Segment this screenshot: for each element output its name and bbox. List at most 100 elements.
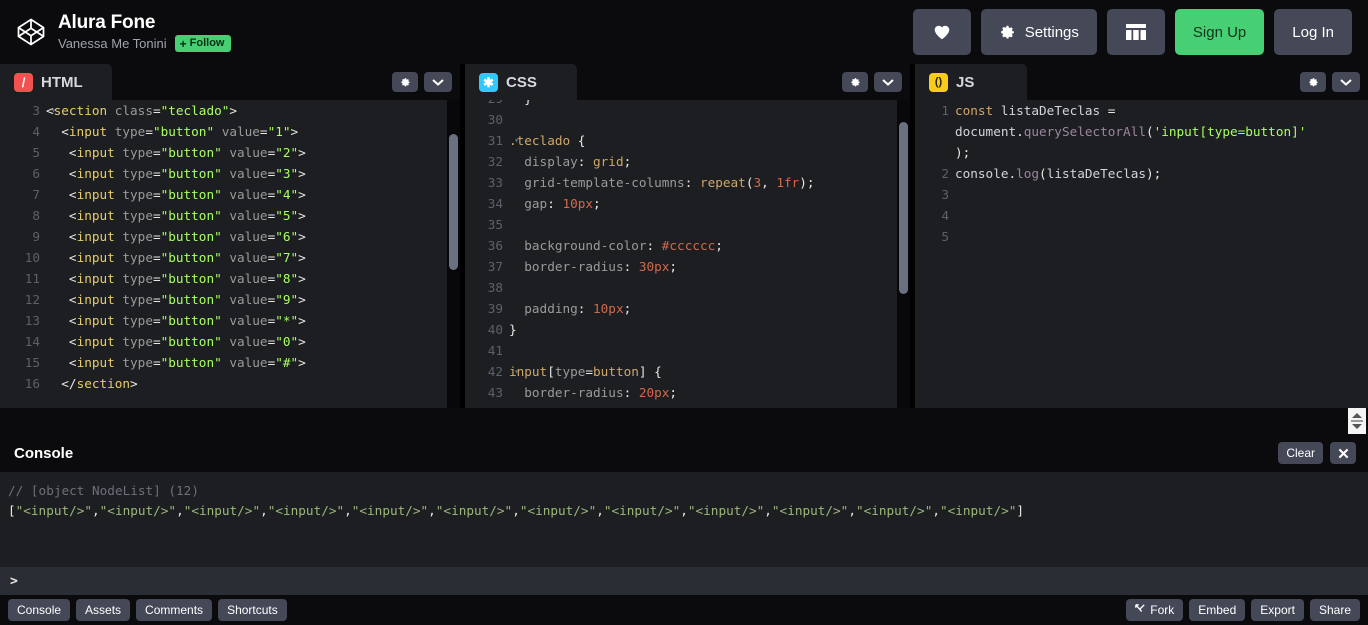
footer-export-button[interactable]: Export [1251, 599, 1304, 621]
js-collapse-button[interactable] [1332, 72, 1360, 92]
code-token: input [76, 145, 115, 160]
code-line: 10 <input type="button" value="7"> [0, 247, 460, 268]
code-text: display: grid; [509, 151, 910, 172]
css-scrollbar-thumb[interactable] [899, 122, 908, 294]
tab-html[interactable]: / HTML [0, 64, 112, 100]
console-prompt-row[interactable]: > [0, 567, 1368, 595]
footer-tab-console[interactable]: Console [8, 599, 71, 621]
code-token: = [152, 208, 161, 223]
footer-button-label: Share [1318, 603, 1351, 617]
code-token: { [577, 133, 586, 148]
html-scrollbar-thumb[interactable] [449, 134, 458, 270]
code-token: "#" [275, 355, 299, 370]
pen-author[interactable]: Vanessa Me Tonini [58, 36, 167, 52]
follow-button[interactable]: + Follow [174, 35, 232, 52]
line-number: 2 [941, 166, 949, 181]
triangle-down-icon[interactable] [1352, 424, 1362, 429]
css-editor-header: ✱ CSS [465, 64, 910, 100]
code-line: 2 console.log(listaDeTeclas); [915, 163, 1368, 184]
code-token: listaDeTeclas [1000, 103, 1101, 118]
code-token: "5" [275, 208, 299, 223]
code-text: padding: 10px; [509, 298, 910, 319]
console-resize-handle[interactable] [1348, 408, 1366, 434]
code-token: type [122, 313, 153, 328]
code-token: "4" [275, 187, 299, 202]
code-token: gap [509, 196, 548, 211]
code-text: <input type="button" value="7"> [46, 247, 460, 268]
line-number: 15 [24, 355, 40, 370]
settings-button[interactable]: Settings [980, 9, 1097, 55]
code-token: value [229, 334, 268, 349]
line-number: 37 [487, 259, 503, 274]
js-settings-button[interactable] [1300, 72, 1326, 92]
code-line: 14 <input type="button" value="0"> [0, 331, 460, 352]
console-log-array: ["<input/>","<input/>","<input/>","<inpu… [8, 501, 1360, 521]
footer-share-button[interactable]: Share [1309, 599, 1360, 621]
code-token: input [76, 166, 115, 181]
code-token: repeat [699, 175, 746, 190]
css-code-area[interactable]: 29 }3031.teclado {32 display: grid;33 gr… [465, 100, 910, 408]
code-token: display [509, 154, 578, 169]
code-token: type [122, 271, 153, 286]
footer-tab-shortcuts[interactable]: Shortcuts [218, 599, 287, 621]
code-token: ; [623, 301, 632, 316]
love-button[interactable] [912, 9, 971, 55]
code-token: "8" [275, 271, 299, 286]
js-code-area[interactable]: 1 const listaDeTeclas = document.querySele… [915, 100, 1368, 408]
footer-tab-assets[interactable]: Assets [76, 599, 131, 621]
console-clear-button[interactable]: Clear [1278, 442, 1323, 464]
codepen-logo-icon[interactable] [16, 17, 46, 47]
js-badge-icon: () [929, 72, 948, 92]
code-token: < [68, 166, 77, 181]
console-title: Console [14, 444, 74, 462]
footer-embed-button[interactable]: Embed [1189, 599, 1246, 621]
code-token: border-radius [509, 259, 624, 274]
code-token: "button" [160, 208, 222, 223]
html-collapse-button[interactable] [424, 72, 452, 92]
footer-tab-comments[interactable]: Comments [136, 599, 213, 621]
code-token: type [122, 166, 153, 181]
line-number: 33 [487, 175, 503, 190]
line-number: 39 [487, 301, 503, 316]
settings-button-label: Settings [1024, 23, 1079, 41]
line-number: 8 [32, 208, 40, 223]
code-token: type [122, 145, 153, 160]
code-token: . [1016, 124, 1024, 139]
login-button[interactable]: Log In [1274, 9, 1352, 55]
codepen-editor-app: Alura Fone Vanessa Me Tonini + Follow Se… [0, 0, 1368, 625]
code-text: <input type="button" value="4"> [46, 184, 460, 205]
html-settings-button[interactable] [392, 72, 418, 92]
line-number: 30 [487, 112, 503, 127]
console-header: Console Clear [0, 434, 1368, 472]
css-collapse-button[interactable] [874, 72, 902, 92]
code-text: border-radius: 20px; [509, 382, 910, 403]
code-token: querySelectorAll [1023, 124, 1146, 139]
css-settings-button[interactable] [842, 72, 868, 92]
code-token: ); [799, 175, 815, 190]
signup-button[interactable]: Sign Up [1174, 9, 1265, 55]
triangle-up-icon[interactable] [1352, 413, 1362, 418]
console-close-button[interactable] [1330, 442, 1356, 464]
line-number: 35 [487, 217, 503, 232]
tab-js[interactable]: () JS [915, 64, 1027, 100]
code-text: input[type=button] { [509, 361, 910, 382]
line-number: 29 [465, 100, 509, 109]
code-text: <section class="teclado"> [46, 100, 460, 121]
array-item: "<input/>" [939, 503, 1017, 518]
layout-button[interactable] [1106, 9, 1165, 55]
code-token: border-radius [509, 385, 624, 400]
code-text: border-radius: 30px; [509, 256, 910, 277]
tab-css[interactable]: ✱ CSS [465, 64, 577, 100]
code-token: "1" [267, 124, 291, 139]
plus-icon: + [179, 36, 187, 51]
array-item: "<input/>" [687, 503, 765, 518]
pen-meta: Alura Fone Vanessa Me Tonini + Follow [58, 12, 232, 52]
code-line: 6 <input type="button" value="3"> [0, 163, 460, 184]
html-code-area[interactable]: 3<section class="teclado">4 <input type=… [0, 100, 460, 408]
code-token: "6" [275, 229, 299, 244]
footer-fork-button[interactable]: Fork [1126, 599, 1184, 621]
code-token: ( [1145, 124, 1154, 139]
